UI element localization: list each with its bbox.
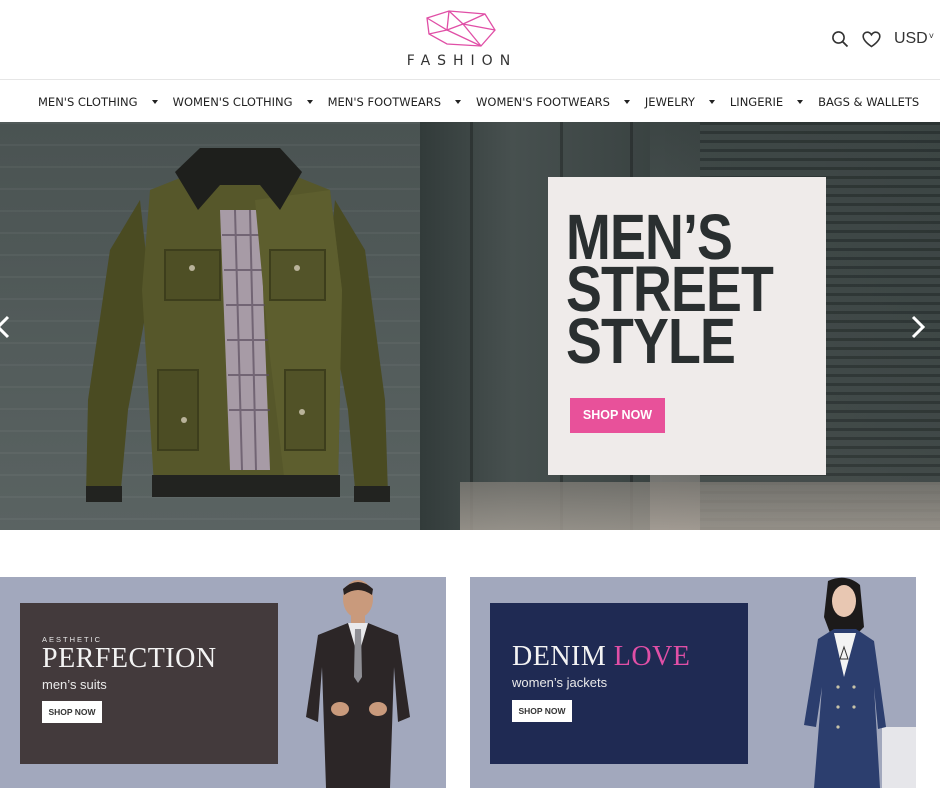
banner-shop-now-button[interactable]: SHOP NOW <box>512 700 572 722</box>
caret-down-icon <box>151 99 158 104</box>
woman-denim-jacket-photo <box>804 577 916 788</box>
mens-suits-banner[interactable]: AESTHETIC PERFECTION men’s suits SHOP NO… <box>0 577 446 788</box>
nav-item-label: MEN'S FOOTWEARS <box>327 94 442 109</box>
man-in-suit-photo <box>306 580 410 788</box>
chevron-down-icon: ˅ <box>928 31 934 41</box>
brand-logo[interactable]: FASHION <box>394 8 524 72</box>
banner-title-accent: LOVE <box>613 641 691 672</box>
site-header: FASHION USD ˅ <box>0 0 940 80</box>
nav-item-bags-wallets[interactable]: BAGS & WALLETS <box>818 95 919 109</box>
nav-item-jewelry[interactable]: JEWELRY <box>645 95 715 109</box>
olive-jacket-photo <box>86 148 390 502</box>
nav-item-label: WOMEN'S FOOTWEARS <box>476 94 610 109</box>
banner-card: AESTHETIC PERFECTION men’s suits SHOP NO… <box>20 603 278 764</box>
nav-item-mens-footwears[interactable]: MEN'S FOOTWEARS <box>327 94 462 109</box>
caret-down-icon <box>708 99 715 104</box>
nav-item-label: BAGS & WALLETS <box>818 94 920 109</box>
nav-item-label: JEWELRY <box>644 94 695 109</box>
banner-title: DENIM LOVE <box>512 641 690 673</box>
hero-slider: MEN’S STREET STYLE SHOP NOW <box>0 122 940 530</box>
search-icon[interactable] <box>830 29 850 49</box>
banner-subtitle: men’s suits <box>42 677 107 692</box>
brand-name: FASHION <box>406 53 518 69</box>
caret-down-icon <box>306 99 313 104</box>
nav-item-label: MEN'S CLOTHING <box>38 94 138 109</box>
heart-icon[interactable] <box>862 29 882 49</box>
banner-subtitle: women’s jackets <box>512 675 608 690</box>
nav-item-mens-clothing[interactable]: MEN'S CLOTHING <box>38 95 158 109</box>
nav-item-label: WOMEN'S CLOTHING <box>172 94 293 109</box>
banner-title-main: DENIM <box>512 641 607 672</box>
currency-selector[interactable]: USD ˅ <box>894 30 934 48</box>
header-tools: USD ˅ <box>830 26 934 52</box>
banner-card: DENIM LOVE women’s jackets SHOP NOW <box>490 603 748 764</box>
hero-shop-now-button[interactable]: SHOP NOW <box>570 398 665 433</box>
nav-item-lingerie[interactable]: LINGERIE <box>729 94 804 109</box>
chevron-right-icon[interactable] <box>907 314 929 340</box>
caret-down-icon <box>797 99 804 104</box>
nav-item-label: LINGERIE <box>729 94 784 109</box>
banner-title: PERFECTION <box>42 643 217 674</box>
door-divider <box>470 122 473 530</box>
hero-promo-card: MEN’S STREET STYLE SHOP NOW <box>548 177 826 475</box>
diamond-logo-icon <box>426 10 496 47</box>
nav-item-womens-clothing[interactable]: WOMEN'S CLOTHING <box>173 95 313 109</box>
caret-down-icon <box>623 99 630 104</box>
banner-shop-now-button[interactable]: SHOP NOW <box>42 701 102 723</box>
hero-background-ground <box>460 482 940 530</box>
womens-jackets-banner[interactable]: DENIM LOVE women’s jackets SHOP NOW <box>470 577 916 788</box>
nav-item-womens-footwears[interactable]: WOMEN'S FOOTWEARS <box>476 95 630 109</box>
chevron-left-icon[interactable] <box>0 314 14 340</box>
hero-headline-line-3: STYLE <box>566 305 736 377</box>
main-nav: MEN'S CLOTHING WOMEN'S CLOTHING MEN'S FO… <box>0 81 940 122</box>
caret-down-icon <box>455 99 462 104</box>
currency-label: USD <box>893 30 928 47</box>
